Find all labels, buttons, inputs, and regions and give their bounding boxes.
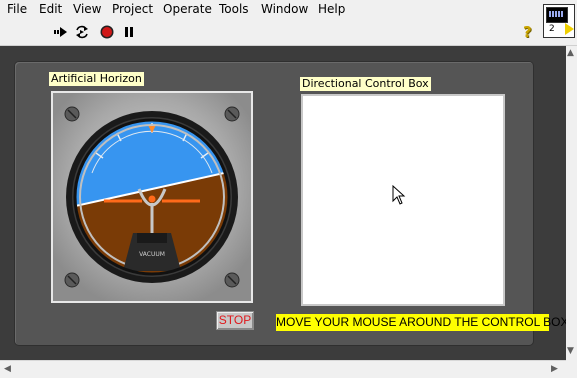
scroll-down-icon[interactable]: ▼ xyxy=(567,346,574,356)
run-arrow-icon[interactable] xyxy=(54,25,68,39)
menu-help[interactable]: Help xyxy=(318,2,345,16)
vi-icon-arrow xyxy=(565,23,574,35)
scroll-left-icon[interactable]: ◀ xyxy=(4,364,11,374)
scroll-right-icon[interactable]: ▶ xyxy=(551,364,558,374)
vertical-scrollbar[interactable]: ▲ ▼ xyxy=(566,46,577,360)
mouse-cursor-icon xyxy=(392,185,406,205)
scrollbar-corner xyxy=(566,360,577,377)
horizon-label: Artificial Horizon xyxy=(49,72,144,86)
menu-window[interactable]: Window xyxy=(261,2,308,16)
menu-project[interactable]: Project xyxy=(112,2,153,16)
artificial-horizon-gauge: VACUUM xyxy=(53,93,251,301)
abort-stop-icon[interactable] xyxy=(100,25,114,39)
toolbar xyxy=(0,18,577,46)
menu-view[interactable]: View xyxy=(73,2,101,16)
directional-control-box[interactable] xyxy=(301,94,505,306)
context-help-icon[interactable]: ? xyxy=(523,24,535,40)
gauge-vacuum-text: VACUUM xyxy=(139,251,165,258)
menu-operate[interactable]: Operate xyxy=(163,2,212,16)
scroll-up-icon[interactable]: ▲ xyxy=(567,48,574,58)
vi-icon-screen xyxy=(546,7,568,23)
menu-tools[interactable]: Tools xyxy=(219,2,249,16)
menu-file[interactable]: File xyxy=(7,2,27,16)
menu-edit[interactable]: Edit xyxy=(39,2,62,16)
vi-icon: 2 xyxy=(543,4,575,38)
run-continuously-icon[interactable] xyxy=(75,25,89,39)
artificial-horizon: VACUUM xyxy=(51,91,253,303)
menu-bar: File Edit View Project Operate Tools Win… xyxy=(0,0,577,18)
stop-button[interactable]: STOP xyxy=(216,311,254,330)
horizontal-scrollbar[interactable]: ◀ ▶ xyxy=(0,360,566,378)
pause-icon[interactable] xyxy=(122,25,136,39)
instructions-text: MOVE YOUR MOUSE AROUND THE CONTROL BOX xyxy=(276,314,569,331)
control-box-label: Directional Control Box xyxy=(300,77,431,91)
vi-icon-number: 2 xyxy=(549,24,555,34)
